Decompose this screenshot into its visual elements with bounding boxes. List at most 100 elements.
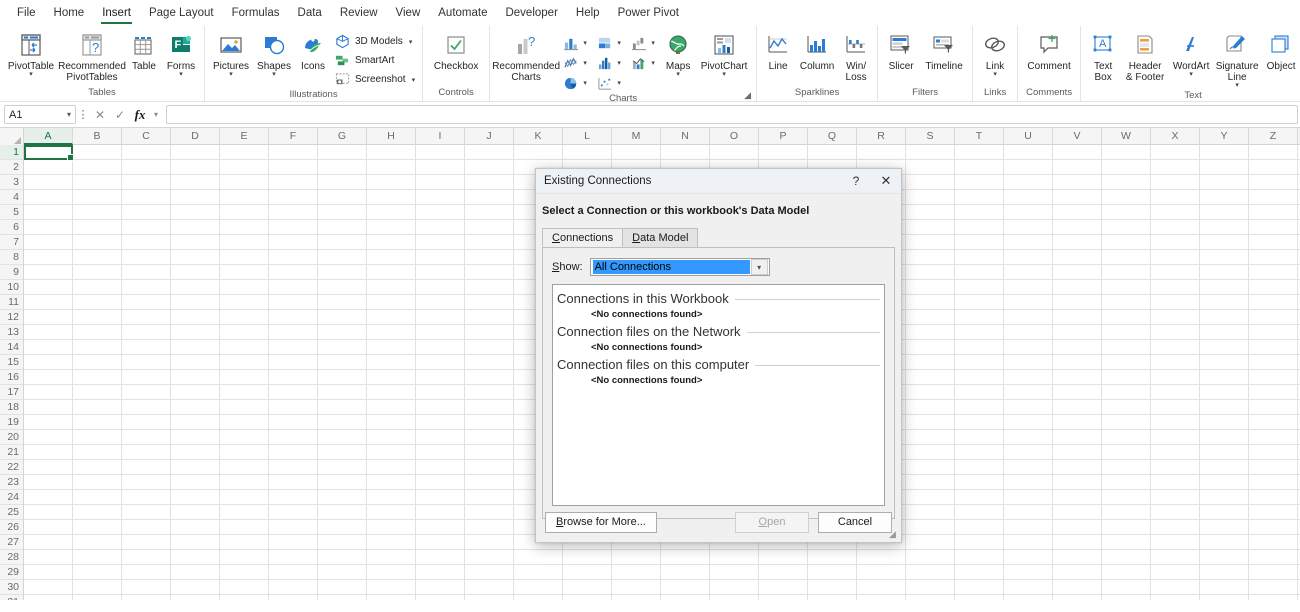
chevron-down-icon[interactable]: ▾	[993, 71, 997, 78]
cell-S2[interactable]	[906, 160, 955, 175]
cell-K28[interactable]	[514, 550, 563, 565]
cell-V6[interactable]	[1053, 220, 1102, 235]
cell-Y30[interactable]	[1200, 580, 1249, 595]
ribbon-tab-formulas[interactable]: Formulas	[223, 0, 289, 26]
cell-J8[interactable]	[465, 250, 514, 265]
cell-V10[interactable]	[1053, 280, 1102, 295]
row-header-6[interactable]: 6	[0, 220, 23, 235]
cell-W23[interactable]	[1102, 475, 1151, 490]
cell-T5[interactable]	[955, 205, 1004, 220]
cell-A15[interactable]	[24, 355, 73, 370]
cell-F2[interactable]	[269, 160, 318, 175]
cell-H26[interactable]	[367, 520, 416, 535]
cell-A17[interactable]	[24, 385, 73, 400]
cell-Y4[interactable]	[1200, 190, 1249, 205]
cell-A27[interactable]	[24, 535, 73, 550]
cell-G17[interactable]	[318, 385, 367, 400]
cell-W12[interactable]	[1102, 310, 1151, 325]
cell-J14[interactable]	[465, 340, 514, 355]
cell-X31[interactable]	[1151, 595, 1200, 600]
cell-H29[interactable]	[367, 565, 416, 580]
cell-Y22[interactable]	[1200, 460, 1249, 475]
cell-C12[interactable]	[122, 310, 171, 325]
text-box-button[interactable]: A Text Box	[1085, 30, 1121, 84]
cell-A29[interactable]	[24, 565, 73, 580]
cell-C7[interactable]	[122, 235, 171, 250]
cell-E8[interactable]	[220, 250, 269, 265]
cell-E18[interactable]	[220, 400, 269, 415]
cell-E1[interactable]	[220, 145, 269, 160]
chevron-down-icon[interactable]: ▾	[409, 38, 413, 46]
cell-N28[interactable]	[661, 550, 710, 565]
cell-X19[interactable]	[1151, 415, 1200, 430]
cell-W15[interactable]	[1102, 355, 1151, 370]
pictures-button[interactable]: Pictures ▾	[209, 30, 253, 79]
cell-D26[interactable]	[171, 520, 220, 535]
cell-I25[interactable]	[416, 505, 465, 520]
cell-X10[interactable]	[1151, 280, 1200, 295]
cell-G20[interactable]	[318, 430, 367, 445]
cell-J5[interactable]	[465, 205, 514, 220]
cell-H25[interactable]	[367, 505, 416, 520]
cell-A9[interactable]	[24, 265, 73, 280]
cell-U1[interactable]	[1004, 145, 1053, 160]
row-header-27[interactable]: 27	[0, 535, 23, 550]
cell-Y14[interactable]	[1200, 340, 1249, 355]
cell-F25[interactable]	[269, 505, 318, 520]
cell-D3[interactable]	[171, 175, 220, 190]
cell-L30[interactable]	[563, 580, 612, 595]
cell-J21[interactable]	[465, 445, 514, 460]
cell-G11[interactable]	[318, 295, 367, 310]
cell-B25[interactable]	[73, 505, 122, 520]
cell-B5[interactable]	[73, 205, 122, 220]
cell-Z21[interactable]	[1249, 445, 1298, 460]
column-header-A[interactable]: A	[24, 128, 73, 145]
cell-I31[interactable]	[416, 595, 465, 600]
cell-B22[interactable]	[73, 460, 122, 475]
cell-O28[interactable]	[710, 550, 759, 565]
cell-X17[interactable]	[1151, 385, 1200, 400]
row-header-16[interactable]: 16	[0, 370, 23, 385]
cell-W6[interactable]	[1102, 220, 1151, 235]
dialog-title-bar[interactable]: Existing Connections ? ✕	[536, 169, 901, 194]
chevron-down-icon[interactable]: ▾	[617, 39, 621, 47]
cell-U19[interactable]	[1004, 415, 1053, 430]
row-header-26[interactable]: 26	[0, 520, 23, 535]
cell-C31[interactable]	[122, 595, 171, 600]
forms-button[interactable]: F Forms ▾	[162, 30, 200, 79]
cell-U18[interactable]	[1004, 400, 1053, 415]
cell-Q30[interactable]	[808, 580, 857, 595]
cell-B23[interactable]	[73, 475, 122, 490]
cell-A7[interactable]	[24, 235, 73, 250]
chevron-down-icon[interactable]: ▾	[150, 110, 162, 119]
cell-B21[interactable]	[73, 445, 122, 460]
column-header-R[interactable]: R	[857, 128, 906, 145]
cell-H1[interactable]	[367, 145, 416, 160]
cell-Y17[interactable]	[1200, 385, 1249, 400]
insert-function-icon[interactable]: fx	[130, 107, 150, 123]
cell-M30[interactable]	[612, 580, 661, 595]
cell-B10[interactable]	[73, 280, 122, 295]
cell-T10[interactable]	[955, 280, 1004, 295]
cell-D7[interactable]	[171, 235, 220, 250]
recommended-pivottables-button[interactable]: ? Recommended PivotTables	[58, 30, 126, 84]
cell-B1[interactable]	[73, 145, 122, 160]
column-header-Q[interactable]: Q	[808, 128, 857, 145]
cell-G30[interactable]	[318, 580, 367, 595]
cell-F18[interactable]	[269, 400, 318, 415]
cell-Z22[interactable]	[1249, 460, 1298, 475]
row-header-14[interactable]: 14	[0, 340, 23, 355]
cell-V14[interactable]	[1053, 340, 1102, 355]
cell-G24[interactable]	[318, 490, 367, 505]
recommended-charts-button[interactable]: ? Recommended Charts	[494, 30, 558, 84]
sparkline-winloss-button[interactable]: Win/ Loss	[839, 30, 873, 84]
column-header-T[interactable]: T	[955, 128, 1004, 145]
cell-A21[interactable]	[24, 445, 73, 460]
cell-W25[interactable]	[1102, 505, 1151, 520]
cell-X26[interactable]	[1151, 520, 1200, 535]
cell-I21[interactable]	[416, 445, 465, 460]
cell-E4[interactable]	[220, 190, 269, 205]
cell-Z1[interactable]	[1249, 145, 1298, 160]
cell-G6[interactable]	[318, 220, 367, 235]
cell-V24[interactable]	[1053, 490, 1102, 505]
